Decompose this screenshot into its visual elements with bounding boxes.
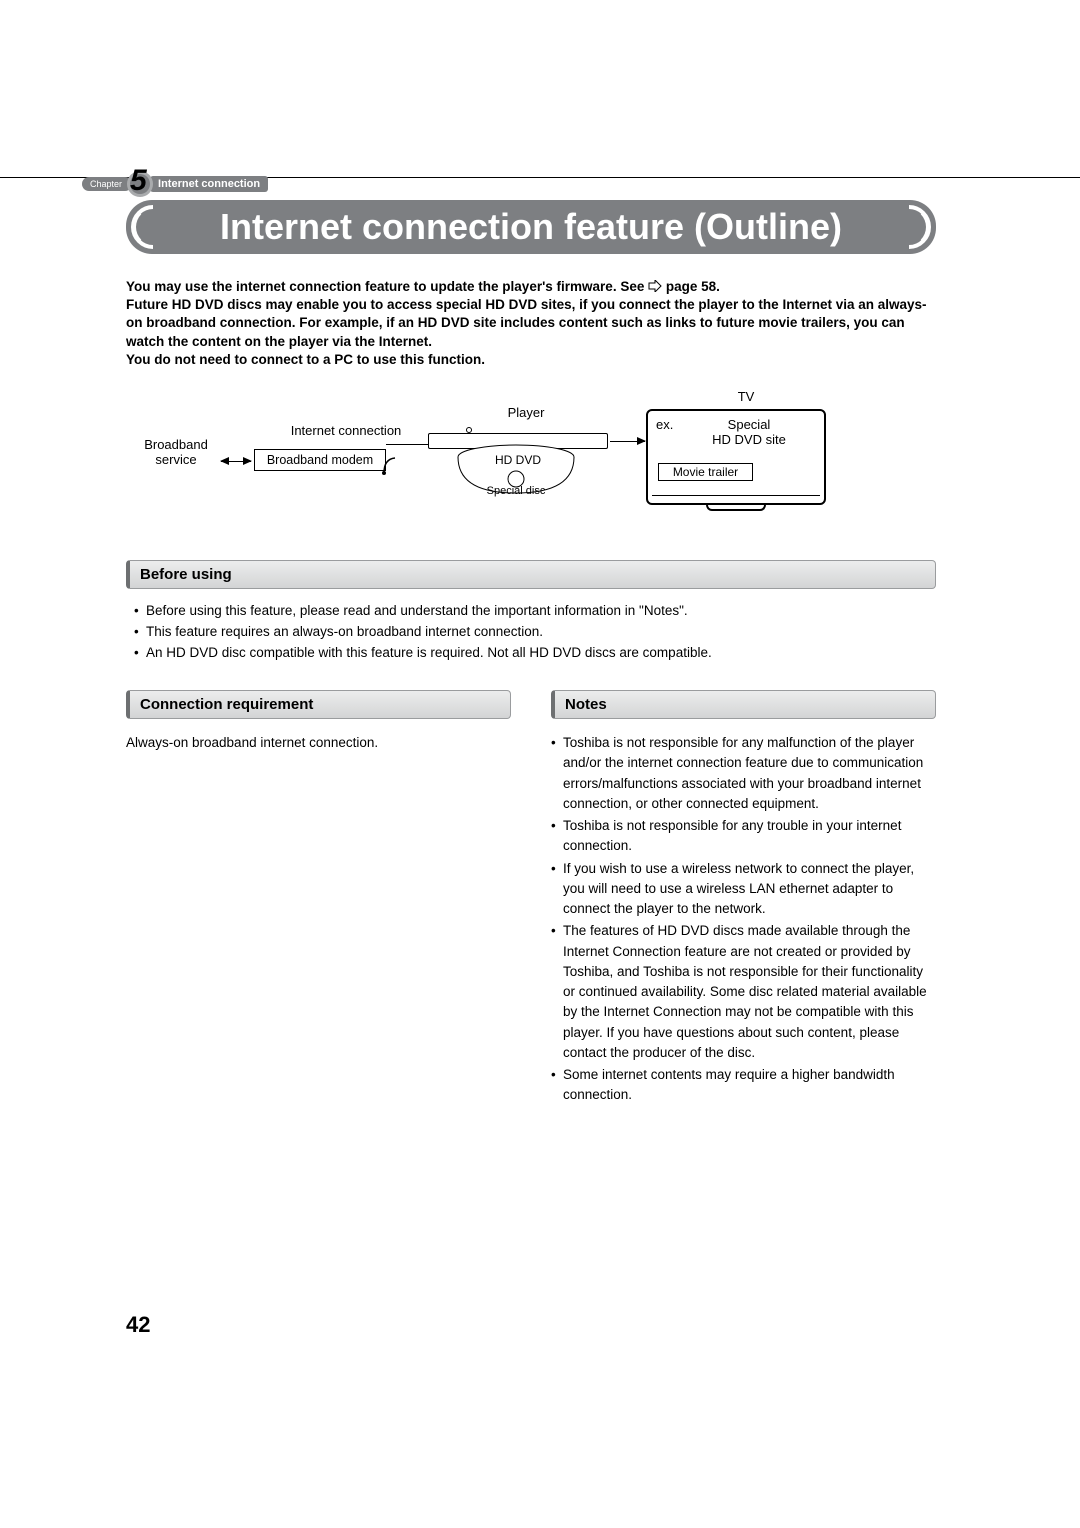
list-item: The features of HD DVD discs made availa… bbox=[551, 921, 936, 1063]
diagram-arrow-to-tv bbox=[610, 441, 645, 442]
intro-line-3: You do not need to connect to a PC to us… bbox=[126, 352, 485, 367]
diagram-label-internet-connection: Internet connection bbox=[271, 423, 421, 438]
diagram-tv-stand bbox=[706, 505, 766, 511]
diagram-label-tv: TV bbox=[726, 389, 766, 404]
intro-paragraph: You may use the internet connection feat… bbox=[126, 278, 936, 369]
column-connection-requirement: Connection requirement Always-on broadba… bbox=[126, 690, 511, 1108]
list-item: Before using this feature, please read a… bbox=[134, 601, 936, 622]
diagram-label-broadband-service: Broadband service bbox=[131, 437, 221, 467]
heading-before-using: Before using bbox=[126, 560, 936, 589]
intro-line-2: Future HD DVD discs may enable you to ac… bbox=[126, 297, 927, 348]
page-title: Internet connection feature (Outline) bbox=[220, 206, 842, 248]
notes-list: Toshiba is not responsible for any malfu… bbox=[551, 733, 936, 1106]
diagram-label-special-disc: Special disc bbox=[471, 485, 561, 497]
chapter-tab: Chapter 5 Internet connection bbox=[82, 170, 268, 198]
heading-notes: Notes bbox=[551, 690, 936, 719]
intro-page-ref: page 58. bbox=[666, 279, 720, 294]
diagram-tv-bar bbox=[652, 495, 820, 500]
page-number: 42 bbox=[126, 1312, 150, 1338]
chapter-section: Internet connection bbox=[150, 176, 268, 192]
page-title-bar: Internet connection feature (Outline) bbox=[126, 200, 936, 254]
modem-antenna-icon bbox=[381, 455, 401, 479]
list-item: Some internet contents may require a hig… bbox=[551, 1065, 936, 1106]
diagram-label-hddvd: HD DVD bbox=[478, 453, 558, 467]
before-using-list: Before using this feature, please read a… bbox=[126, 601, 936, 664]
diagram-label-special-site: Special HD DVD site bbox=[694, 417, 804, 447]
chapter-number: 5 bbox=[130, 164, 147, 198]
diagram-player-knob-icon bbox=[466, 427, 472, 433]
list-item: An HD DVD disc compatible with this feat… bbox=[134, 643, 936, 664]
diagram-label-ex: ex. bbox=[656, 417, 680, 432]
section-before-using: Before using Before using this feature, … bbox=[126, 560, 936, 664]
list-item: Toshiba is not responsible for any malfu… bbox=[551, 733, 936, 814]
diagram-arrow-right bbox=[221, 461, 251, 462]
list-item: Toshiba is not responsible for any troub… bbox=[551, 816, 936, 857]
diagram-movie-trailer-box: Movie trailer bbox=[658, 463, 753, 481]
diagram-box-modem: Broadband modem bbox=[254, 449, 386, 471]
chapter-number-badge: 5 bbox=[126, 170, 154, 198]
column-notes: Notes Toshiba is not responsible for any… bbox=[551, 690, 936, 1108]
list-item: If you wish to use a wireless network to… bbox=[551, 859, 936, 920]
intro-line-1: You may use the internet connection feat… bbox=[126, 279, 644, 294]
heading-connection-requirement: Connection requirement bbox=[126, 690, 511, 719]
diagram-label-player: Player bbox=[486, 405, 566, 420]
connection-requirement-body: Always-on broadband internet connection. bbox=[126, 733, 511, 753]
chapter-label: Chapter bbox=[82, 177, 132, 191]
connection-diagram: Broadband service Broadband modem Intern… bbox=[126, 395, 936, 530]
page-ref-arrow-icon bbox=[648, 279, 662, 297]
two-column-section: Connection requirement Always-on broadba… bbox=[126, 690, 936, 1108]
list-item: This feature requires an always-on broad… bbox=[134, 622, 936, 643]
